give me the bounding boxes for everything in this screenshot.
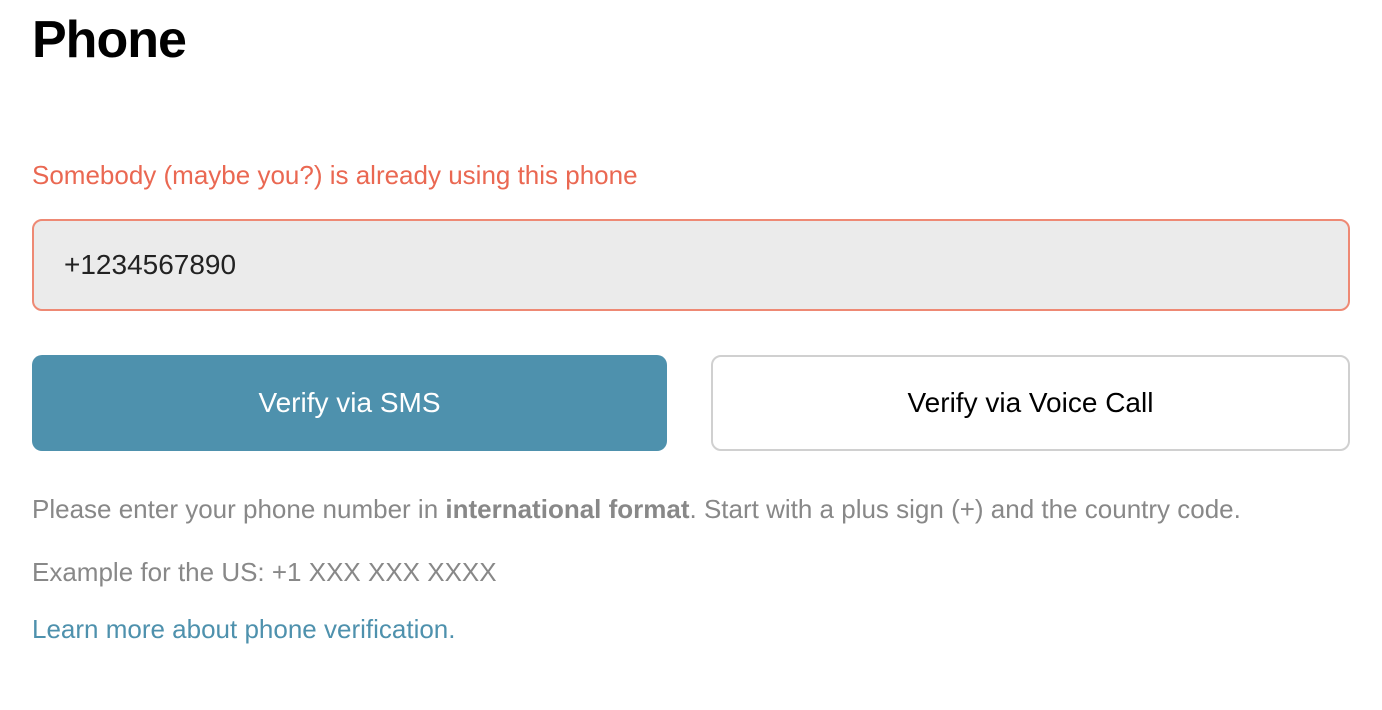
help-suffix: . Start with a plus sign (+) and the cou…	[690, 494, 1241, 524]
verify-button-row: Verify via SMS Verify via Voice Call	[32, 355, 1350, 451]
help-prefix: Please enter your phone number in	[32, 494, 445, 524]
page-title: Phone	[32, 10, 1350, 70]
error-message: Somebody (maybe you?) is already using t…	[32, 160, 1350, 191]
help-text: Please enter your phone number in intern…	[32, 489, 1350, 529]
verify-sms-button[interactable]: Verify via SMS	[32, 355, 667, 451]
example-text: Example for the US: +1 XXX XXX XXXX	[32, 557, 1350, 588]
phone-input[interactable]	[32, 219, 1350, 311]
learn-more-link[interactable]: Learn more about phone verification.	[32, 614, 456, 644]
help-bold: international format	[445, 494, 689, 524]
verify-voice-button[interactable]: Verify via Voice Call	[711, 355, 1350, 451]
